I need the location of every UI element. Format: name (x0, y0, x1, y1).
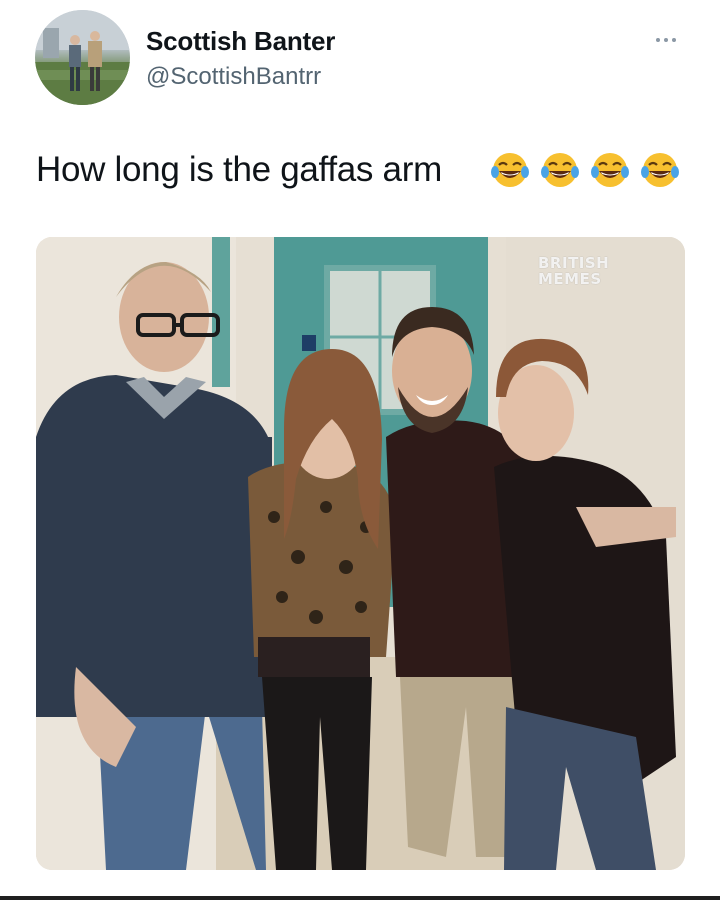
watermark: BRITISH MEMES (538, 255, 678, 295)
tweet-media-photo[interactable]: BRITISH MEMES (36, 237, 685, 870)
tears-of-joy-emoji-icon (491, 153, 529, 187)
author-handle[interactable]: @ScottishBantrr (146, 63, 321, 91)
bottom-divider (0, 896, 720, 900)
tweet-header: Scottish Banter @ScottishBantrr (0, 0, 720, 120)
avatar-photo-icon (35, 10, 130, 105)
more-options-icon[interactable] (650, 30, 686, 50)
tears-of-joy-emoji-icon (591, 153, 629, 187)
tweet-text: How long is the gaffas arm (36, 150, 442, 189)
watermark-line-2: MEMES (538, 270, 602, 288)
tears-of-joy-emoji-icon (641, 153, 679, 187)
tears-of-joy-emoji-icon (541, 153, 579, 187)
author-avatar[interactable] (35, 10, 130, 105)
group-photo-image (36, 237, 685, 870)
author-name[interactable]: Scottish Banter (146, 26, 335, 57)
watermark-line-1: BRITISH (538, 254, 610, 272)
